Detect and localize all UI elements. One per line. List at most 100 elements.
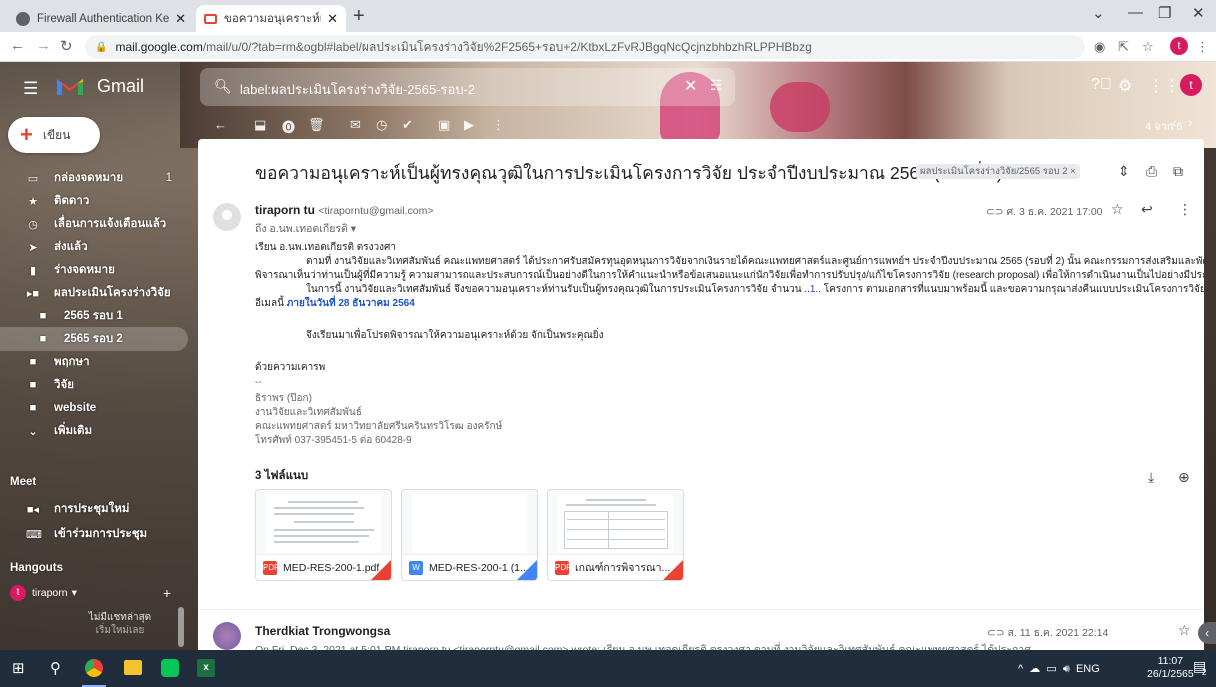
recipient-line[interactable]: ถึง อ.นพ.เทอดเกียรติ ▾ bbox=[255, 220, 356, 237]
browser-tab-gmail[interactable]: ขอความอนุเคราะห์เป็นผู้ทรงคุณวุฒิใน ✕ bbox=[196, 5, 346, 32]
reply-icon[interactable]: ↩ bbox=[1141, 201, 1153, 218]
inbox-icon: ▭ bbox=[27, 172, 39, 185]
expand-all-icon[interactable]: ⇕ bbox=[1118, 163, 1130, 180]
sidebar-item-pruksa[interactable]: ■ พฤกษา bbox=[0, 350, 188, 374]
print-icon[interactable]: ⎙ bbox=[1146, 163, 1157, 180]
extension-icon[interactable]: ◉ bbox=[1094, 39, 1105, 55]
account-avatar[interactable]: t bbox=[1180, 74, 1202, 96]
attachment-thumbnail bbox=[412, 495, 527, 553]
sidebar-item-snoozed[interactable]: ◷ เลื่อนการแจ้งเตือนแล้ว bbox=[0, 212, 188, 236]
side-panel-toggle-icon[interactable]: ‹ bbox=[1198, 622, 1216, 644]
clear-search-icon[interactable]: ✕ bbox=[684, 76, 697, 96]
delete-icon[interactable]: 🗑︎ bbox=[308, 117, 325, 133]
search-bar[interactable]: 🔍︎ label:ผลประเมินโครงร่างวิจัย-2565-รอบ… bbox=[200, 68, 735, 106]
body-paragraph-1: ตามที่ งานวิจัยและวิเทศสัมพันธ์ คณะแพทยศ… bbox=[306, 256, 1204, 267]
labels-icon[interactable]: ▶ bbox=[464, 117, 474, 133]
meet-join-meeting[interactable]: ⌨ เข้าร่วมการประชุม bbox=[0, 522, 188, 546]
bookmark-star-icon[interactable]: ☆ bbox=[1142, 39, 1154, 55]
compose-button[interactable]: + เขียน bbox=[8, 117, 100, 153]
back-arrow-icon[interactable]: ← bbox=[214, 117, 227, 132]
profile-avatar[interactable]: t bbox=[1170, 37, 1188, 55]
meet-item-label: การประชุมใหม่ bbox=[54, 503, 130, 515]
taskbar-clock[interactable]: 11:07 26/1/2565 bbox=[1147, 655, 1194, 681]
share-icon[interactable]: ⇱ bbox=[1118, 39, 1129, 55]
keyboard-icon: ⌨ bbox=[26, 528, 42, 541]
more-options-icon[interactable]: ⋮ bbox=[1178, 201, 1192, 218]
add-chat-icon[interactable]: + bbox=[163, 585, 171, 601]
tab-title: ขอความอนุเคราะห์เป็นผู้ทรงคุณวุฒิใน bbox=[224, 12, 321, 25]
attachment-card[interactable]: W MED-RES-200-1 (1... bbox=[401, 489, 538, 581]
sidebar-item-label: ติดดาว bbox=[54, 195, 90, 207]
mark-unread-icon[interactable]: ✉ bbox=[350, 117, 361, 133]
snooze-icon[interactable]: ◷ bbox=[376, 117, 387, 133]
clock-time: 11:07 bbox=[1157, 655, 1184, 667]
sidebar-item-website[interactable]: ■ website bbox=[0, 396, 188, 420]
system-tray[interactable]: ^ ☁ ▭ 🔊︎ ENG bbox=[1018, 662, 1100, 676]
line-app-icon[interactable] bbox=[161, 659, 179, 677]
settings-gear-icon[interactable]: ⚙ bbox=[1118, 76, 1132, 96]
file-explorer-icon[interactable] bbox=[124, 660, 142, 675]
label-icon: ■ bbox=[29, 356, 37, 368]
page-count: 4 จาก 6 bbox=[1145, 121, 1183, 133]
clock-icon: ◷ bbox=[28, 218, 38, 231]
search-options-icon[interactable]: ☷ bbox=[710, 77, 723, 94]
star-icon[interactable]: ☆ bbox=[1178, 622, 1191, 639]
url-path: /mail/u/0/?tab=rm&ogbl#label/ผลประเมินโค… bbox=[202, 39, 812, 54]
sidebar-item-sent[interactable]: ➤ ส่งแล้ว bbox=[0, 235, 188, 259]
excel-icon[interactable]: x bbox=[197, 659, 215, 677]
sidebar-item-2565-round1[interactable]: ■ 2565 รอบ 1 bbox=[0, 304, 188, 328]
sidebar-item-starred[interactable]: ★ ติดดาว bbox=[0, 189, 188, 213]
add-task-icon[interactable]: ✔ bbox=[402, 117, 413, 133]
archive-icon[interactable]: ⬓ bbox=[254, 117, 266, 133]
sidebar-item-2565-round2[interactable]: ■ 2565 รอบ 2 bbox=[0, 327, 188, 351]
maximize-button[interactable]: ❐ bbox=[1158, 4, 1171, 22]
newer-icon[interactable]: › bbox=[1188, 115, 1192, 130]
close-tab-icon[interactable]: ✕ bbox=[327, 11, 338, 27]
back-button[interactable]: ← bbox=[10, 37, 25, 54]
search-icon[interactable]: 🔍︎ bbox=[214, 78, 232, 95]
browser-tab-firewall[interactable]: Firewall Authentication Keepalive ✕ bbox=[8, 5, 194, 32]
report-spam-icon[interactable]: ⓿ bbox=[282, 117, 295, 136]
sidebar-item-drafts[interactable]: ▮ ร่างจดหมาย bbox=[0, 258, 188, 282]
label-icon: ■ bbox=[39, 333, 47, 345]
sidebar-item-more[interactable]: ⌄ เพิ่มเติม bbox=[0, 419, 188, 443]
sidebar-scrollbar[interactable] bbox=[178, 607, 184, 647]
add-to-drive-icon[interactable]: ⊕ bbox=[1178, 469, 1190, 486]
search-input[interactable]: label:ผลประเมินโครงร่างวิจัย-2565-รอบ-2 bbox=[240, 79, 475, 100]
globe-icon bbox=[16, 11, 30, 26]
star-icon[interactable]: ☆ bbox=[1111, 201, 1124, 218]
collapsed-reply-message[interactable]: Therdkiat Trongwongsa On Fri, Dec 3, 202… bbox=[198, 609, 1204, 650]
label-icon: ■ bbox=[39, 310, 47, 322]
main-menu-icon[interactable]: ☰ bbox=[23, 79, 38, 99]
minimize-button[interactable]: — bbox=[1128, 4, 1143, 21]
help-icon[interactable]: ?⃝ bbox=[1091, 76, 1112, 94]
chrome-taskbar-icon[interactable] bbox=[85, 659, 103, 677]
menu-dots-icon[interactable]: ⋮ bbox=[1196, 39, 1209, 55]
new-tab-button[interactable]: + bbox=[353, 5, 365, 28]
move-to-icon[interactable]: ▣ bbox=[438, 117, 450, 133]
body-paragraph-3: ในการนี้ งานวิจัยและวิเทศสัมพันธ์ จึงขอค… bbox=[306, 284, 1204, 295]
download-all-icon[interactable]: ⤓ bbox=[1148, 469, 1154, 486]
more-actions-icon[interactable]: ⋮ bbox=[492, 117, 505, 133]
sidebar-item-inbox[interactable]: ▭ กล่องจดหมาย 1 bbox=[0, 166, 188, 190]
hangouts-user[interactable]: t tiraporn ▾ + bbox=[10, 585, 171, 601]
apps-grid-icon[interactable]: ⋮⋮ bbox=[1148, 76, 1180, 96]
sidebar-item-label: website bbox=[54, 402, 97, 414]
open-new-window-icon[interactable]: ⧉ bbox=[1173, 163, 1183, 180]
address-bar[interactable]: 🔒 mail.google.com/mail/u/0/?tab=rm&ogbl#… bbox=[85, 35, 1085, 59]
attachment-card[interactable]: PDF MED-RES-200-1.pdf bbox=[255, 489, 392, 581]
reload-button[interactable]: ↻ bbox=[60, 37, 73, 55]
attachment-card[interactable]: PDF เกณฑ์การพิจารณา... bbox=[547, 489, 684, 581]
sidebar-item-research[interactable]: ■ วิจัย bbox=[0, 373, 188, 397]
send-icon: ➤ bbox=[28, 241, 38, 254]
tab-search-icon[interactable]: ⌄ bbox=[1092, 4, 1105, 22]
label-chip[interactable]: ผลประเมินโครงร่างวิจัย/2565 รอบ 2 × bbox=[916, 164, 1080, 179]
search-icon[interactable]: ⚲ bbox=[50, 659, 61, 677]
meet-new-meeting[interactable]: ■◂ การประชุมใหม่ bbox=[0, 497, 188, 521]
close-tab-icon[interactable]: ✕ bbox=[175, 11, 186, 27]
older-icon[interactable]: ‹ bbox=[1172, 115, 1176, 130]
sidebar-item-label-parent[interactable]: ▸■ ผลประเมินโครงร่างวิจัย bbox=[0, 281, 188, 305]
windows-start-icon[interactable]: ⊞ bbox=[12, 659, 25, 677]
window-close-button[interactable]: ✕ bbox=[1192, 4, 1205, 22]
forward-button[interactable]: → bbox=[36, 37, 51, 54]
